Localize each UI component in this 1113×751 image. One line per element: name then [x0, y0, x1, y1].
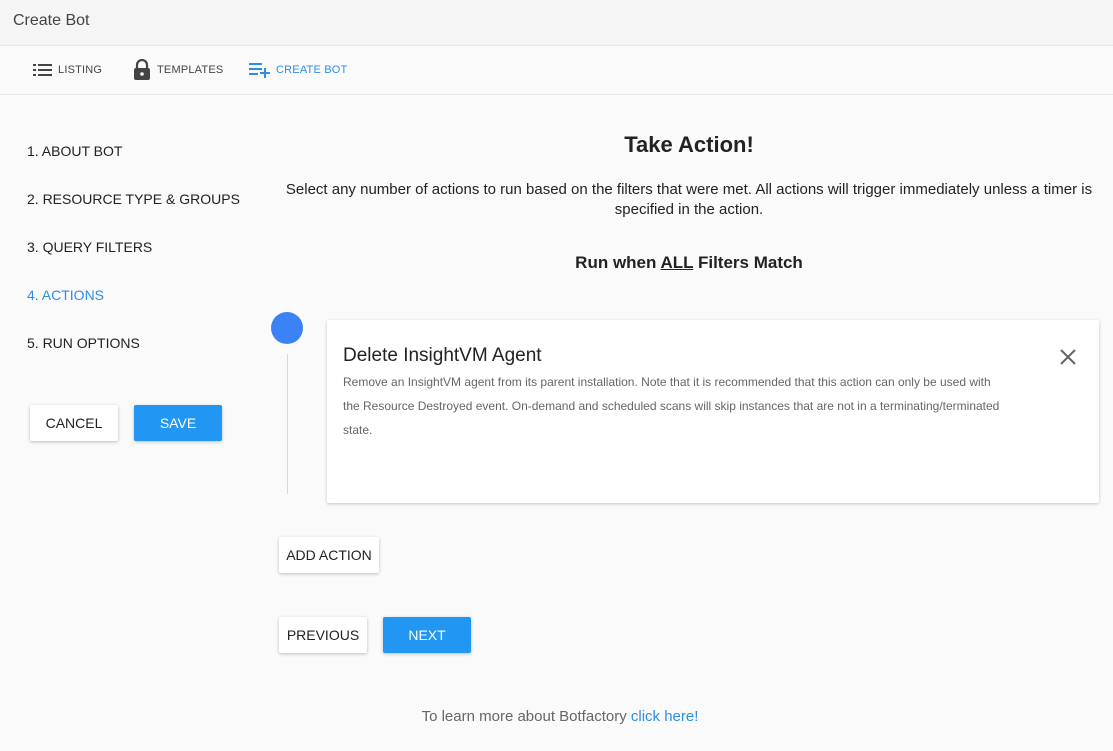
run-when-all: ALL	[660, 253, 694, 272]
close-icon[interactable]	[1058, 347, 1078, 367]
lock-icon	[134, 59, 150, 80]
learn-more-link[interactable]: click here!	[631, 708, 699, 725]
tab-templates[interactable]: TEMPLATES	[133, 46, 223, 94]
save-button[interactable]: SAVE	[134, 405, 222, 441]
learn-more-text: To learn more about Botfactory	[421, 708, 631, 725]
list-icon	[33, 64, 52, 76]
timeline-line	[287, 354, 288, 494]
step-query-filters[interactable]: 3. QUERY FILTERS	[27, 239, 152, 255]
tab-listing-label: LISTING	[58, 64, 103, 76]
nav-bar: LISTING TEMPLATES CREATE BOT	[0, 46, 1113, 95]
add-action-button[interactable]: ADD ACTION	[279, 537, 379, 573]
tab-templates-label: TEMPLATES	[157, 64, 224, 76]
step-about-bot[interactable]: 1. ABOUT BOT	[27, 143, 122, 159]
previous-button[interactable]: PREVIOUS	[279, 617, 367, 653]
page-title: Create Bot	[13, 12, 90, 29]
tab-create-bot[interactable]: CREATE BOT	[249, 46, 347, 94]
main-heading: Take Action!	[624, 132, 754, 157]
run-when-prefix: Run when	[575, 253, 661, 272]
title-bar: Create Bot	[0, 0, 1113, 46]
step-actions[interactable]: 4. ACTIONS	[27, 287, 104, 303]
tab-listing[interactable]: LISTING	[33, 46, 102, 94]
run-when-suffix: Filters Match	[693, 253, 803, 272]
playlist-add-icon	[249, 63, 270, 78]
action-card: Delete InsightVM Agent Remove an Insight…	[327, 320, 1099, 503]
action-card-title: Delete InsightVM Agent	[343, 345, 542, 366]
run-when-heading: Run when ALL Filters Match	[275, 253, 1103, 273]
step-resource-type-groups[interactable]: 2. RESOURCE TYPE & GROUPS	[27, 191, 240, 207]
step-run-options[interactable]: 5. RUN OPTIONS	[27, 335, 140, 351]
timeline-dot	[271, 312, 303, 344]
cancel-button[interactable]: CANCEL	[30, 405, 118, 441]
learn-more: To learn more about Botfactory click her…	[275, 708, 845, 725]
tab-create-bot-label: CREATE BOT	[276, 64, 348, 76]
instructions-text: Select any number of actions to run base…	[285, 181, 1093, 218]
action-card-description: Remove an InsightVM agent from its paren…	[343, 375, 1000, 437]
next-button[interactable]: NEXT	[383, 617, 471, 653]
